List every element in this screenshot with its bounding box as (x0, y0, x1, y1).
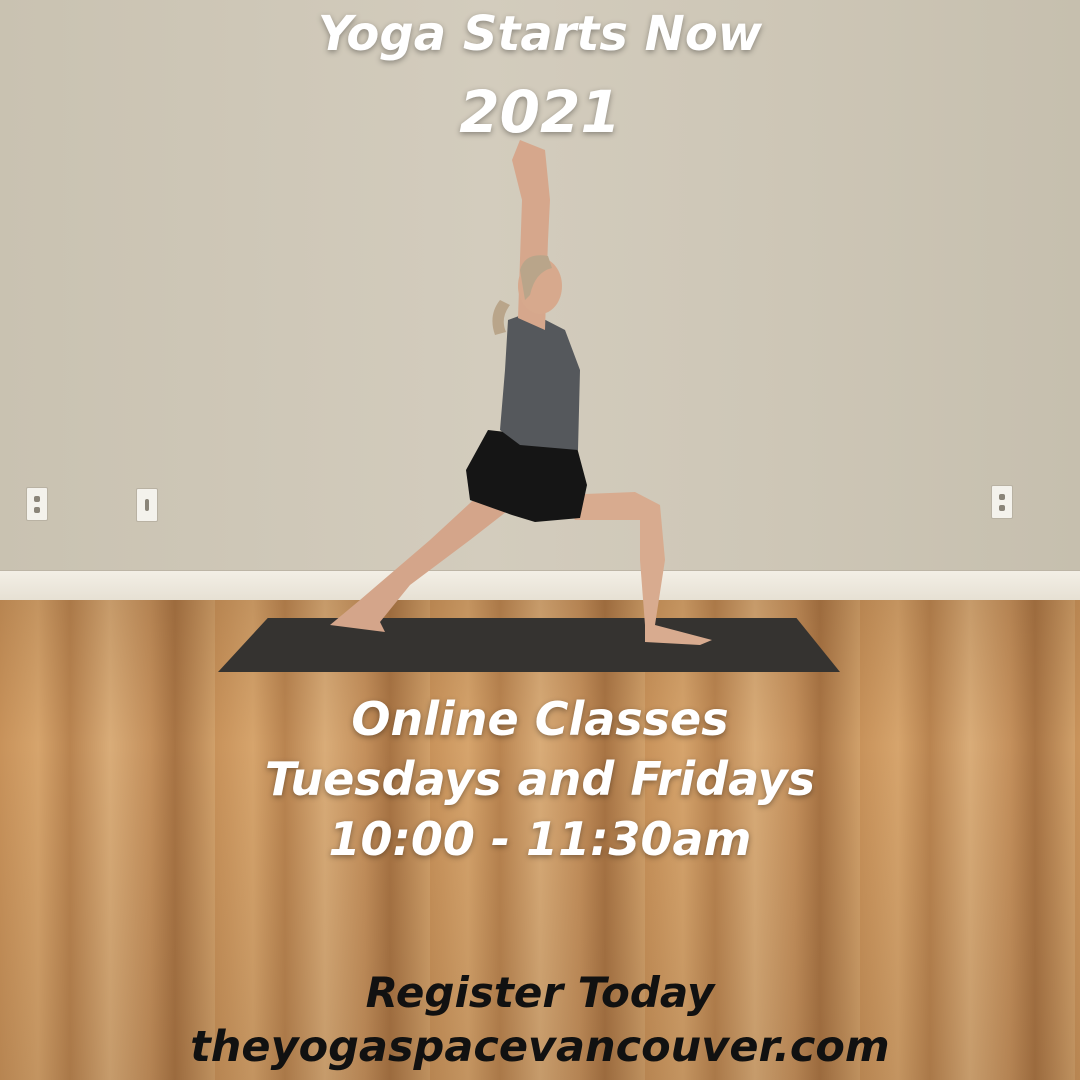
year-heading: 2021 (459, 78, 621, 146)
register-call-to-action: Register Today (365, 968, 715, 1017)
shirt (500, 312, 580, 450)
ponytail (492, 300, 510, 335)
website-url: theyogaspacevancouver.com (190, 1022, 890, 1072)
schedule-line-days: Tuesdays and Fridays (264, 752, 816, 806)
headline: Yoga Starts Now (317, 6, 763, 62)
front-leg (560, 492, 712, 645)
schedule-line-time: 10:00 - 11:30am (328, 812, 752, 866)
yoga-poster: Yoga Starts Now 2021 Online Classes Tues… (0, 0, 1080, 1080)
schedule-line-online-classes: Online Classes (351, 692, 729, 746)
yoga-instructor-figure (330, 140, 712, 645)
